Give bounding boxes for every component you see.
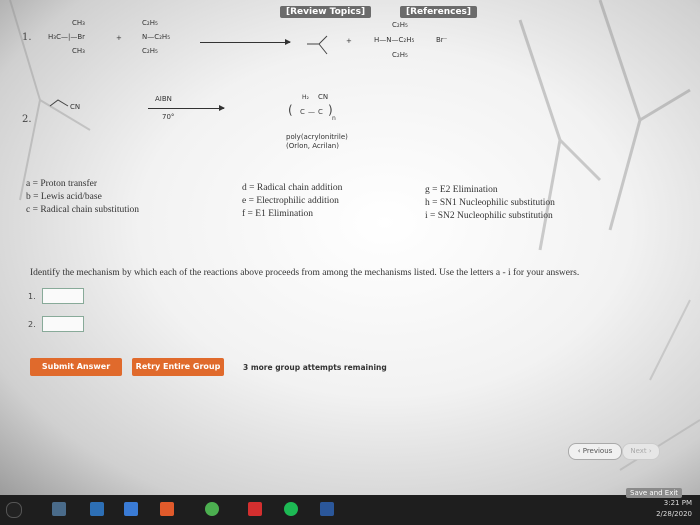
clock-time: 3:21 PM xyxy=(663,499,692,507)
answer-label-1: 1. xyxy=(28,292,36,301)
chevron-right-icon: › xyxy=(646,447,652,455)
reactant2-mid: N—C₂H₅ xyxy=(142,33,170,41)
attempts-remaining: 3 more group attempts remaining xyxy=(243,363,387,372)
polymer-bracket-structure: ( C — C ) xyxy=(288,103,333,117)
legend-d: d = Radical chain addition xyxy=(242,183,343,193)
product2-top: C₂H₅ xyxy=(392,21,408,29)
legend-g: g = E2 Elimination xyxy=(425,185,498,195)
reactant2-top: C₂H₅ xyxy=(142,19,158,27)
file-explorer-icon[interactable] xyxy=(90,502,104,516)
chrome-icon[interactable] xyxy=(205,502,219,516)
answer-input-2[interactable] xyxy=(42,316,84,332)
office-icon[interactable] xyxy=(160,502,174,516)
legend-i: i = SN2 Nucleophilic substitution xyxy=(425,211,553,221)
svg-text:—: — xyxy=(308,108,315,116)
reactant-cn: CN xyxy=(70,103,81,111)
next-button[interactable]: Next › xyxy=(622,443,660,460)
plus-sign-2: + xyxy=(346,37,352,45)
product-n: n xyxy=(332,115,336,122)
legend-b: b = Lewis acid/base xyxy=(26,192,102,202)
reagent-aibn: AIBN xyxy=(155,95,172,103)
references-link[interactable]: [References] xyxy=(400,6,478,18)
legend-f: f = E1 Elimination xyxy=(242,209,314,219)
svg-text:C: C xyxy=(318,108,323,116)
reactant1-top: CH₃ xyxy=(72,19,85,27)
plus-sign-1: + xyxy=(116,34,122,42)
legend-e: e = Electrophilic addition xyxy=(242,196,339,206)
instruction-text: Identify the mechanism by which each of … xyxy=(30,268,580,278)
background-branches xyxy=(9,0,700,471)
store-icon[interactable] xyxy=(124,502,138,516)
start-icon[interactable] xyxy=(6,502,22,518)
svg-text:C: C xyxy=(300,108,305,116)
acrylonitrile-structure xyxy=(49,99,69,107)
reactant1-mid: H₃C—|—Br xyxy=(48,33,85,41)
reactant1-bottom: CH₃ xyxy=(72,47,85,55)
clock-date: 2/28/2020 xyxy=(656,510,692,518)
product1-skeletal-structure xyxy=(307,35,328,55)
save-and-exit-button[interactable]: Save and Exit xyxy=(626,488,683,498)
word-icon[interactable] xyxy=(320,502,334,516)
question-2-number: 2. xyxy=(22,114,32,125)
product-name: poly(acrylonitrile) xyxy=(286,133,348,141)
answer-label-2: 2. xyxy=(28,320,36,329)
task-view-icon[interactable] xyxy=(52,502,66,516)
legend-a: a = Proton transfer xyxy=(26,179,98,189)
answer-input-1[interactable] xyxy=(42,288,84,304)
product2-bromide: Br⁻ xyxy=(436,36,448,44)
mechanism-legend-col2: d = Radical chain addition e = Electroph… xyxy=(242,182,342,221)
spotify-icon[interactable] xyxy=(284,502,298,516)
reagent-temperature: 70° xyxy=(162,113,175,121)
product-h2: H₂ xyxy=(302,94,309,101)
netflix-icon[interactable] xyxy=(248,502,262,516)
next-label: Next xyxy=(630,447,647,455)
taskbar xyxy=(0,495,700,525)
reaction-arrow-1 xyxy=(200,39,291,45)
legend-h: h = SN1 Nucleophilic substitution xyxy=(425,198,555,208)
question-1-number: 1. xyxy=(22,32,32,43)
retry-group-button[interactable]: Retry Entire Group xyxy=(132,358,224,376)
mechanism-legend-col3: g = E2 Elimination h = SN1 Nucleophilic … xyxy=(425,184,555,223)
product-trade-names: (Orlon, Acrilan) xyxy=(286,142,339,150)
previous-label: Previous xyxy=(582,447,613,455)
submit-answer-button[interactable]: Submit Answer xyxy=(30,358,122,376)
mechanism-legend-col1: a = Proton transfer b = Lewis acid/base … xyxy=(26,178,139,217)
svg-text:(: ( xyxy=(288,103,293,117)
previous-button[interactable]: ‹ Previous xyxy=(568,443,622,460)
product2-mid: H—N—C₂H₅ xyxy=(374,36,415,44)
taskbar-clock: 3:21 PM 2/28/2020 xyxy=(656,498,692,520)
review-topics-link[interactable]: [Review Topics] xyxy=(280,6,372,18)
legend-c: c = Radical chain substitution xyxy=(26,205,140,215)
reactant2-bottom: C₂H₅ xyxy=(142,47,158,55)
reaction-arrow-2 xyxy=(148,105,225,111)
product2-bottom: C₂H₅ xyxy=(392,51,408,59)
